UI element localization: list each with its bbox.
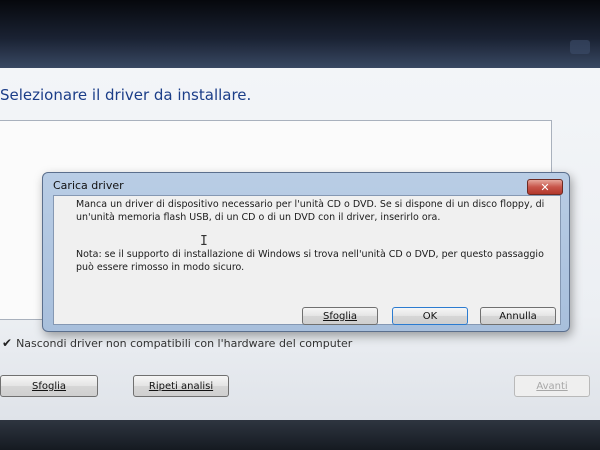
- dialog-body: Manca un driver di dispositivo necessari…: [53, 195, 561, 325]
- browse-button[interactable]: Sfoglia: [0, 375, 98, 397]
- screen-bottom-area: [0, 420, 600, 450]
- hide-incompatible-checkbox[interactable]: ✔ Nascondi driver non compatibili con l'…: [2, 336, 352, 350]
- dialog-note: Nota: se il supporto di installazione di…: [76, 249, 544, 273]
- dialog-message: Manca un driver di dispositivo necessari…: [76, 199, 545, 223]
- next-button[interactable]: Avanti: [514, 375, 590, 397]
- dialog-title: Carica driver: [53, 179, 124, 192]
- dialog-ok-button[interactable]: OK: [392, 307, 468, 325]
- screen-top-area: [0, 0, 600, 70]
- wizard-close-button[interactable]: [570, 40, 590, 54]
- i-beam-cursor-icon: I: [200, 234, 208, 249]
- hide-incompatible-label: Nascondi driver non compatibili con l'ha…: [16, 336, 353, 350]
- load-driver-dialog: Carica driver ✕ Manca un driver di dispo…: [42, 172, 570, 332]
- dialog-browse-button[interactable]: Sfoglia: [302, 307, 378, 325]
- close-icon[interactable]: ✕: [527, 179, 563, 195]
- check-icon: ✔: [2, 336, 13, 350]
- page-title: Selezionare il driver da installare.: [0, 86, 252, 104]
- dialog-cancel-button[interactable]: Annulla: [480, 307, 556, 325]
- rescan-button[interactable]: Ripeti analisi: [133, 375, 229, 397]
